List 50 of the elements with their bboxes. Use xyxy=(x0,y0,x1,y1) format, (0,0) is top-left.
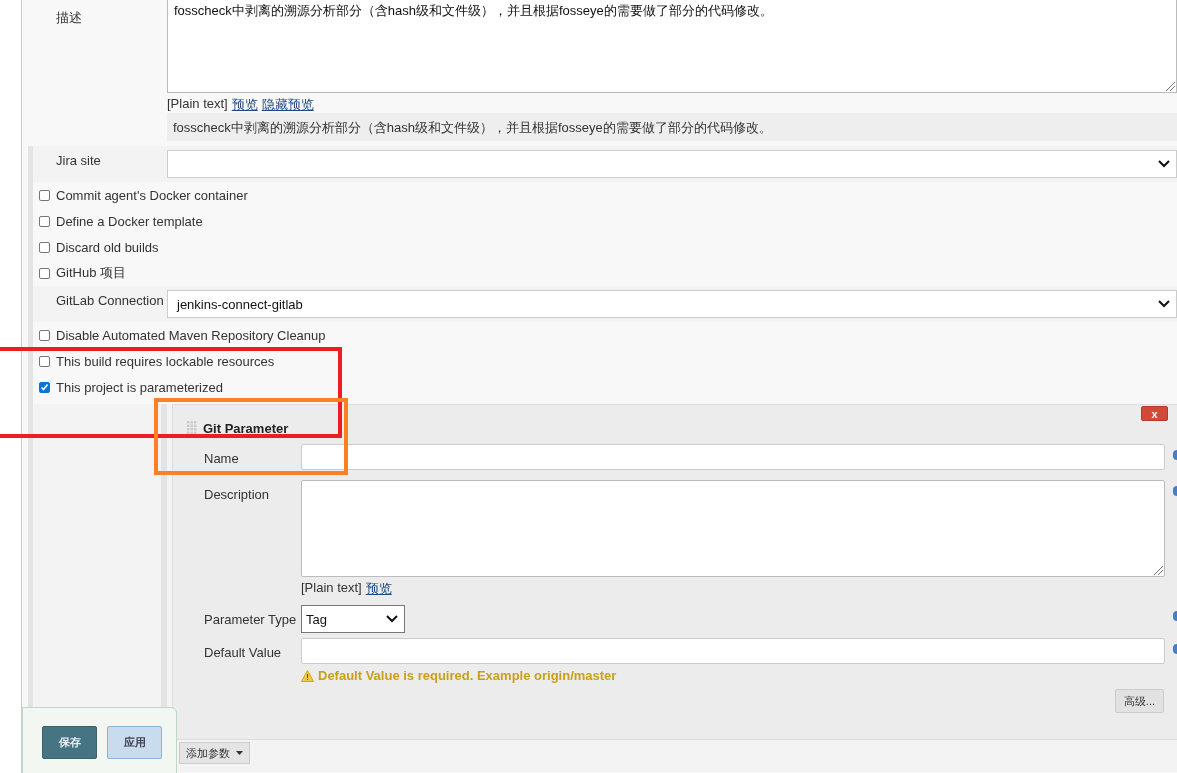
checkbox-label: Discard old builds xyxy=(56,239,159,255)
save-bar-button[interactable]: 应用 xyxy=(107,726,162,759)
checkbox-label: Define a Docker template xyxy=(56,213,203,229)
chevron-icon xyxy=(1158,160,1170,168)
advanced-button[interactable]: 高级... xyxy=(1114,689,1164,713)
checkbox[interactable] xyxy=(39,241,50,253)
input-field[interactable] xyxy=(301,444,1165,470)
parameter-type-select[interactable]: Tag xyxy=(301,605,405,633)
format-label: [Plain text] xyxy=(167,96,228,111)
checkbox[interactable] xyxy=(39,381,50,393)
checkbox-label: Disable Automated Maven Repository Cleanup xyxy=(56,327,326,343)
field-label: 描述 xyxy=(55,9,83,27)
chevron-icon xyxy=(386,615,398,623)
checkbox[interactable] xyxy=(39,329,50,341)
field-label: Name xyxy=(203,450,240,468)
preview-link[interactable]: 预览 xyxy=(231,96,258,111)
preview-text: fosscheck中剥离的溯源分析部分（含hash级和文件级），并且根据fosseye的需要做了部分的代码修改。 xyxy=(167,113,1177,141)
checkbox[interactable] xyxy=(39,215,50,227)
checkbox[interactable] xyxy=(39,355,50,367)
description-textarea[interactable]: fosscheck中剥离的溯源分析部分（含hash级和文件级），并且根据fosseye的需要做了部分的代码修改。 xyxy=(167,0,1177,93)
field-label: Jira site xyxy=(55,152,102,170)
help-icon[interactable] xyxy=(1173,486,1177,496)
checkbox[interactable] xyxy=(39,267,50,279)
parameter-title: Git Parameter xyxy=(203,420,289,436)
add-parameter-button[interactable]: 添加参数 xyxy=(179,742,250,764)
checkbox-label: This build requires lockable resources xyxy=(56,353,275,369)
checkbox-label: This project is parameterized xyxy=(56,379,223,395)
field-label: Default Value xyxy=(203,644,283,662)
drag-handle-icon[interactable] xyxy=(187,421,197,435)
help-icon[interactable] xyxy=(1173,450,1177,460)
checkbox-label: Commit agent's Docker container xyxy=(56,187,248,203)
chevron-icon xyxy=(1158,300,1170,308)
field-label: Description xyxy=(203,486,271,504)
select-field[interactable] xyxy=(167,150,1177,178)
save-bar-button[interactable]: 保存 xyxy=(42,726,97,759)
delete-button[interactable]: x xyxy=(1141,406,1168,421)
field-label: GitLab Connection xyxy=(55,292,165,310)
preview-link[interactable]: 预览 xyxy=(365,580,392,595)
format-label: [Plain text] xyxy=(301,580,362,595)
warning-message: Default Value is required. Example origin/master xyxy=(318,668,617,683)
input-field[interactable] xyxy=(301,638,1165,664)
help-icon[interactable] xyxy=(1173,644,1177,654)
checkbox[interactable] xyxy=(39,189,50,201)
preview-link[interactable]: 隐藏预览 xyxy=(261,96,314,111)
checkbox-label: GitHub 项目 xyxy=(56,264,127,282)
field-label: Parameter Type xyxy=(203,611,298,629)
help-icon[interactable] xyxy=(1173,611,1177,621)
warning-icon xyxy=(301,669,314,682)
select-field[interactable]: jenkins-connect-gitlab xyxy=(167,290,1177,318)
caret-icon xyxy=(236,751,243,755)
